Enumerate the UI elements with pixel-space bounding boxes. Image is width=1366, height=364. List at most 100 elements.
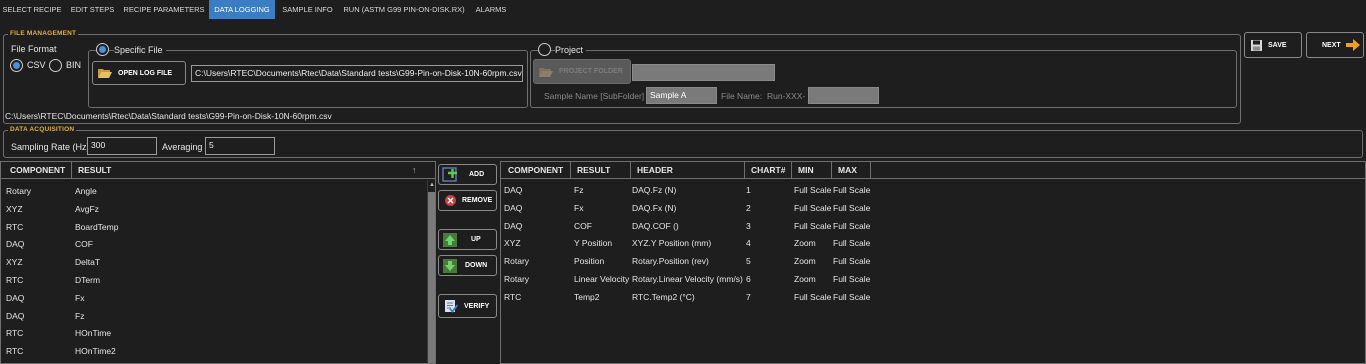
result-cell: Fz bbox=[574, 185, 584, 195]
component-cell: Rotary bbox=[504, 256, 530, 267]
max-cell: Full Scale bbox=[833, 291, 871, 302]
averaging-label: Averaging bbox=[162, 142, 203, 152]
min-cell: Full Scale bbox=[794, 220, 832, 231]
tab-edit-steps[interactable]: EDIT STEPS bbox=[64, 0, 121, 19]
add-button[interactable]: ADD bbox=[438, 164, 497, 185]
column-header-component[interactable]: COMPONENT bbox=[503, 162, 571, 179]
available-grid-header: COMPONENT RESULT ↑ bbox=[1, 162, 435, 179]
sample-name-label: Sample Name [SubFolder] bbox=[544, 91, 645, 101]
table-row[interactable]: XYZ AvgFz bbox=[1, 200, 435, 218]
header-cell: DAQ.Fx (N) bbox=[632, 202, 677, 213]
min-cell: Full Scale bbox=[794, 185, 832, 195]
result-cell: HOnTime2 bbox=[75, 346, 116, 357]
file-name-prefix: Run-XXX- bbox=[767, 91, 806, 101]
project-radio[interactable] bbox=[538, 43, 551, 56]
scroll-up-icon[interactable]: ▲ bbox=[429, 182, 435, 188]
file-management-title: FILE MANAGEMENT bbox=[8, 30, 79, 37]
remove-label: REMOVE bbox=[462, 197, 493, 204]
component-cell: XYZ bbox=[6, 257, 23, 268]
table-row[interactable]: Rotary Linear Velocity Rotary.Linear Veloc… bbox=[501, 270, 1365, 288]
table-row[interactable]: XYZ DeltaT bbox=[1, 253, 435, 271]
down-label: DOWN bbox=[465, 262, 488, 269]
column-header-max[interactable]: MAX bbox=[833, 162, 871, 179]
specific-file-label: Specific File bbox=[114, 45, 166, 55]
open-log-file-button[interactable]: OPEN LOG FILE bbox=[92, 61, 186, 85]
available-scrollbar[interactable]: ▲ bbox=[427, 180, 435, 363]
remove-icon bbox=[445, 195, 456, 206]
csv-label: CSV bbox=[27, 60, 46, 70]
header-cell: Rotary.Position (rev) bbox=[632, 256, 709, 267]
header-cell: XYZ.Y Position (mm) bbox=[632, 238, 712, 249]
table-row[interactable]: XYZ Y Position XYZ.Y Position (mm) 4 Zoom Ful… bbox=[501, 234, 1365, 252]
tab-data-logging[interactable]: DATA LOGGING bbox=[209, 0, 275, 19]
column-header-chart[interactable]: CHART# bbox=[746, 162, 792, 179]
component-cell: RTC bbox=[6, 221, 24, 232]
file-name-input[interactable] bbox=[808, 87, 879, 104]
table-row[interactable]: DAQ Fz DAQ.Fz (N) 1 Full Scale Full Scale bbox=[501, 181, 1365, 199]
max-cell: Full Scale bbox=[833, 220, 871, 231]
chart-number-cell: 5 bbox=[746, 256, 751, 267]
sample-name-input[interactable]: Sample A bbox=[646, 87, 717, 104]
tab-recipe-parameters[interactable]: RECIPE PARAMETERS bbox=[121, 0, 207, 19]
tab-sample-info[interactable]: SAMPLE INFO bbox=[277, 0, 338, 19]
csv-radio[interactable] bbox=[10, 59, 23, 72]
table-row[interactable]: DAQ Fx DAQ.Fx (N) 2 Full Scale Full Scale bbox=[501, 199, 1365, 217]
chart-number-cell: 7 bbox=[746, 291, 751, 302]
result-cell: COF bbox=[574, 220, 592, 231]
result-cell: Fx bbox=[75, 292, 85, 303]
scroll-thumb[interactable] bbox=[428, 192, 435, 363]
component-cell: Rotary bbox=[504, 274, 530, 284]
down-button[interactable]: DOWN bbox=[438, 255, 497, 276]
max-cell: Full Scale bbox=[833, 256, 871, 267]
column-header-header[interactable]: HEADER bbox=[632, 162, 745, 179]
arrow-down-icon bbox=[443, 258, 457, 273]
table-row[interactable]: RTC Temp2 RTC.Temp2 (°C) 7 Full Scale Full Sc… bbox=[501, 288, 1365, 306]
table-row[interactable]: Rotary Angle bbox=[1, 182, 435, 200]
project-folder-input[interactable] bbox=[632, 64, 775, 81]
tab-alarms[interactable]: ALARMS bbox=[470, 0, 512, 19]
open-log-file-label: OPEN LOG FILE bbox=[118, 69, 173, 77]
table-row[interactable]: RTC HOnTime bbox=[1, 324, 435, 342]
project-folder-button[interactable]: PROJECT FOLDER bbox=[533, 59, 631, 84]
table-row[interactable]: RTC BoardTemp bbox=[1, 218, 435, 236]
column-header-component[interactable]: COMPONENT bbox=[5, 162, 72, 179]
sort-arrow-up-icon[interactable]: ↑ bbox=[412, 165, 417, 175]
tab-select-recipe[interactable]: SELECT RECIPE bbox=[0, 0, 64, 19]
up-button[interactable]: UP bbox=[438, 229, 497, 250]
header-cell: DAQ.COF () bbox=[632, 220, 679, 231]
data-acquisition-title: DATA ACQUISITION bbox=[8, 126, 77, 133]
specific-file-radio[interactable] bbox=[96, 43, 109, 56]
tab-run[interactable]: RUN (ASTM G99 PIN-ON-DISK.RX) bbox=[341, 0, 467, 19]
next-label: NEXT bbox=[1322, 41, 1341, 49]
column-header-result[interactable]: RESULT bbox=[73, 162, 425, 179]
min-cell: Zoom bbox=[794, 238, 816, 249]
min-cell: Zoom bbox=[794, 274, 816, 284]
max-cell: Full Scale bbox=[833, 185, 871, 195]
table-row[interactable]: Rotary Position Rotary.Position (rev) 5 Zoom… bbox=[501, 252, 1365, 270]
component-cell: DAQ bbox=[6, 292, 25, 303]
component-cell: DAQ bbox=[504, 202, 523, 213]
table-row[interactable]: DAQ COF DAQ.COF () 3 Full Scale Full Scale bbox=[501, 217, 1365, 235]
result-cell: HOnTime bbox=[75, 328, 112, 339]
bin-radio[interactable] bbox=[49, 59, 62, 72]
verify-label: VERIFY bbox=[464, 302, 490, 310]
component-cell: Rotary bbox=[6, 186, 32, 196]
table-row[interactable]: RTC DTerm bbox=[1, 271, 435, 289]
arrow-right-icon bbox=[1345, 39, 1360, 51]
next-button[interactable]: NEXT bbox=[1306, 32, 1364, 58]
table-row[interactable]: DAQ Fx bbox=[1, 289, 435, 307]
save-button[interactable]: SAVE bbox=[1244, 32, 1302, 58]
table-row[interactable]: RTC HOnTime2 bbox=[1, 342, 435, 360]
column-header-min[interactable]: MIN bbox=[793, 162, 832, 179]
remove-button[interactable]: REMOVE bbox=[438, 190, 497, 211]
verify-button[interactable]: VERIFY bbox=[438, 294, 497, 318]
table-row[interactable]: DAQ Fz bbox=[1, 307, 435, 325]
max-cell: Full Scale bbox=[833, 202, 871, 213]
file-path-input[interactable]: C:\Users\RTEC\Documents\Rtec\Data\Standa… bbox=[191, 65, 523, 82]
averaging-input[interactable]: 5 bbox=[205, 137, 275, 155]
folder-open-icon bbox=[539, 67, 553, 77]
column-header-result[interactable]: RESULT bbox=[572, 162, 631, 179]
result-cell: Fz bbox=[75, 310, 85, 321]
sampling-rate-input[interactable]: 300 bbox=[87, 137, 157, 155]
table-row[interactable]: DAQ COF bbox=[1, 235, 435, 253]
